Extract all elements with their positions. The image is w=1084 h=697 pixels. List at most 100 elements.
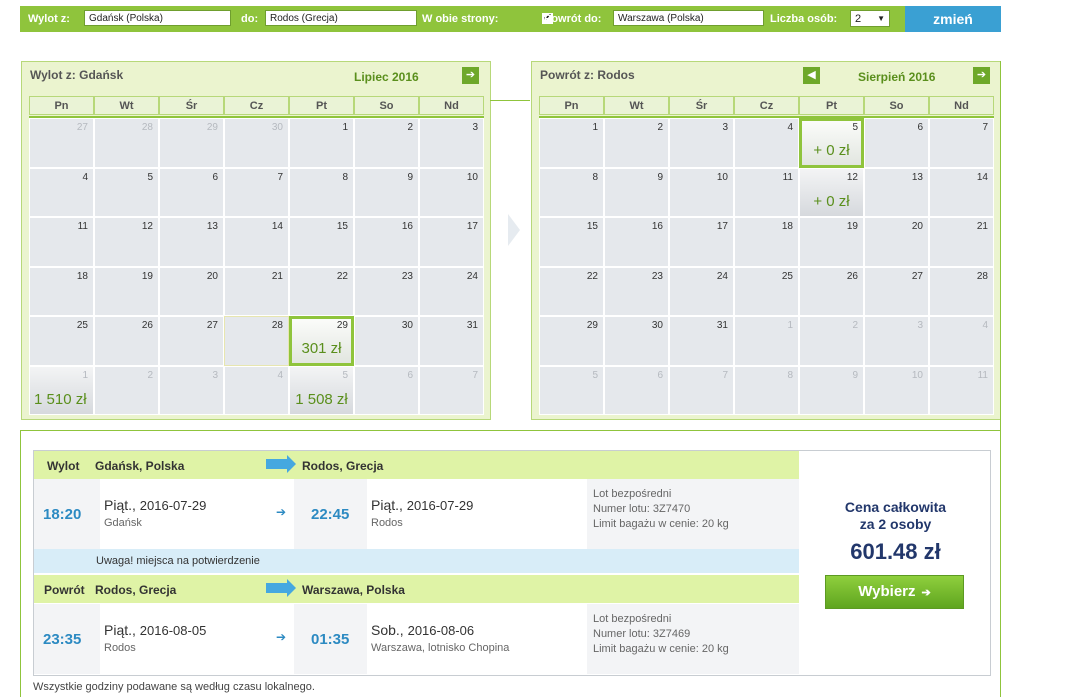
day-cell[interactable]: 2 bbox=[604, 118, 669, 168]
day-cell[interactable]: 22 bbox=[289, 266, 354, 316]
day-cell[interactable]: 27 bbox=[29, 118, 94, 168]
day-cell[interactable]: 23 bbox=[604, 266, 669, 316]
day-cell[interactable]: 5 1 508 zł bbox=[289, 365, 354, 415]
day-cell[interactable]: 28 bbox=[224, 316, 289, 366]
total-price-title-line2: za 2 osoby bbox=[859, 516, 932, 532]
from-input[interactable]: Gdańsk (Polska) bbox=[84, 10, 231, 26]
day-cell[interactable]: 11 bbox=[734, 167, 799, 217]
day-cell[interactable]: 19 bbox=[799, 217, 864, 267]
day-cell[interactable]: 2 bbox=[354, 118, 419, 168]
day-cell[interactable]: 20 bbox=[864, 217, 929, 267]
day-cell[interactable]: 4 bbox=[929, 316, 994, 366]
day-cell[interactable]: 2 bbox=[94, 365, 159, 415]
day-cell[interactable]: 18 bbox=[29, 266, 94, 316]
day-cell[interactable]: 21 bbox=[929, 217, 994, 267]
day-cell[interactable]: 25 bbox=[734, 266, 799, 316]
day-cell[interactable]: 22 bbox=[539, 266, 604, 316]
day-cell[interactable]: 1 bbox=[539, 118, 604, 168]
prev-month-arrow-icon[interactable]: ◀ bbox=[803, 67, 820, 84]
day-cell[interactable]: 31 bbox=[419, 316, 484, 366]
day-cell[interactable]: 30 bbox=[604, 316, 669, 366]
day-cell[interactable]: 4 bbox=[224, 365, 289, 415]
day-number: 1 bbox=[82, 369, 88, 381]
day-cell[interactable]: 11 bbox=[929, 365, 994, 415]
day-cell[interactable]: 9 bbox=[604, 167, 669, 217]
day-cell[interactable]: 3 bbox=[159, 365, 224, 415]
to-input[interactable]: Rodos (Grecja) bbox=[265, 10, 417, 26]
day-cell[interactable]: 9 bbox=[354, 167, 419, 217]
day-cell[interactable]: 30 bbox=[224, 118, 289, 168]
day-cell[interactable]: 27 bbox=[159, 316, 224, 366]
day-cell[interactable]: 26 bbox=[799, 266, 864, 316]
day-cell[interactable]: 5 + 0 zł bbox=[799, 118, 864, 168]
day-cell[interactable]: 7 bbox=[669, 365, 734, 415]
day-cell[interactable]: 8 bbox=[289, 167, 354, 217]
day-cell[interactable]: 15 bbox=[289, 217, 354, 267]
day-cell[interactable]: 24 bbox=[419, 266, 484, 316]
day-cell[interactable]: 9 bbox=[799, 365, 864, 415]
day-cell[interactable]: 1 1 510 zł bbox=[29, 365, 94, 415]
day-cell[interactable]: 4 bbox=[29, 167, 94, 217]
day-cell[interactable]: 20 bbox=[159, 266, 224, 316]
day-cell[interactable]: 30 bbox=[354, 316, 419, 366]
day-cell[interactable]: 5 bbox=[539, 365, 604, 415]
day-cell[interactable]: 12 bbox=[94, 217, 159, 267]
day-cell[interactable]: 11 bbox=[29, 217, 94, 267]
day-cell[interactable]: 3 bbox=[419, 118, 484, 168]
day-cell[interactable]: 18 bbox=[734, 217, 799, 267]
day-cell[interactable]: 25 bbox=[29, 316, 94, 366]
day-cell[interactable]: 14 bbox=[224, 217, 289, 267]
next-month-arrow-icon[interactable]: ➔ bbox=[462, 67, 479, 84]
day-cell[interactable]: 4 bbox=[734, 118, 799, 168]
day-cell[interactable]: 16 bbox=[354, 217, 419, 267]
day-cell[interactable]: 27 bbox=[864, 266, 929, 316]
day-cell[interactable]: 1 bbox=[289, 118, 354, 168]
day-cell[interactable]: 3 bbox=[864, 316, 929, 366]
day-number: 23 bbox=[651, 270, 663, 282]
day-cell[interactable]: 10 bbox=[419, 167, 484, 217]
departure-day: Piąt., 2016-08-05 bbox=[104, 622, 206, 638]
day-cell[interactable]: 13 bbox=[864, 167, 929, 217]
day-cell[interactable]: 10 bbox=[669, 167, 734, 217]
day-cell[interactable]: 6 bbox=[159, 167, 224, 217]
day-cell[interactable]: 1 bbox=[734, 316, 799, 366]
day-cell[interactable]: 19 bbox=[94, 266, 159, 316]
day-cell[interactable]: 3 bbox=[669, 118, 734, 168]
day-cell[interactable]: 16 bbox=[604, 217, 669, 267]
day-cell[interactable]: 13 bbox=[159, 217, 224, 267]
day-cell[interactable]: 28 bbox=[94, 118, 159, 168]
day-cell[interactable]: 29 bbox=[159, 118, 224, 168]
day-cell[interactable]: 29 bbox=[539, 316, 604, 366]
persons-select[interactable]: 2 ▼ bbox=[850, 10, 890, 27]
day-cell[interactable]: 31 bbox=[669, 316, 734, 366]
day-number: 3 bbox=[917, 320, 923, 331]
day-cell[interactable]: 26 bbox=[94, 316, 159, 366]
day-cell[interactable]: 17 bbox=[419, 217, 484, 267]
day-cell[interactable]: 21 bbox=[224, 266, 289, 316]
change-button[interactable]: zmień bbox=[905, 6, 1001, 32]
day-cell[interactable]: 8 bbox=[539, 167, 604, 217]
day-cell[interactable]: 6 bbox=[864, 118, 929, 168]
day-cell[interactable]: 8 bbox=[734, 365, 799, 415]
return-input[interactable]: Warszawa (Polska) bbox=[613, 10, 764, 26]
next-month-arrow-icon[interactable]: ➔ bbox=[973, 67, 990, 84]
choose-button[interactable]: Wybierz ➔ bbox=[825, 575, 964, 609]
day-cell[interactable]: 5 bbox=[94, 167, 159, 217]
day-cell[interactable]: 12 + 0 zł bbox=[799, 167, 864, 217]
day-cell[interactable]: 23 bbox=[354, 266, 419, 316]
day-number: 25 bbox=[781, 270, 793, 282]
day-cell[interactable]: 7 bbox=[929, 118, 994, 168]
day-cell[interactable]: 24 bbox=[669, 266, 734, 316]
day-cell[interactable]: 6 bbox=[354, 365, 419, 415]
day-cell[interactable]: 10 bbox=[864, 365, 929, 415]
day-cell[interactable]: 29 301 zł bbox=[289, 316, 354, 366]
day-cell[interactable]: 7 bbox=[419, 365, 484, 415]
day-cell[interactable]: 15 bbox=[539, 217, 604, 267]
day-cell[interactable]: 28 bbox=[929, 266, 994, 316]
day-cell[interactable]: 14 bbox=[929, 167, 994, 217]
day-cell[interactable]: 6 bbox=[604, 365, 669, 415]
day-cell[interactable]: 17 bbox=[669, 217, 734, 267]
day-cell[interactable]: 7 bbox=[224, 167, 289, 217]
day-cell[interactable]: 2 bbox=[799, 316, 864, 366]
day-number: 26 bbox=[141, 320, 153, 331]
